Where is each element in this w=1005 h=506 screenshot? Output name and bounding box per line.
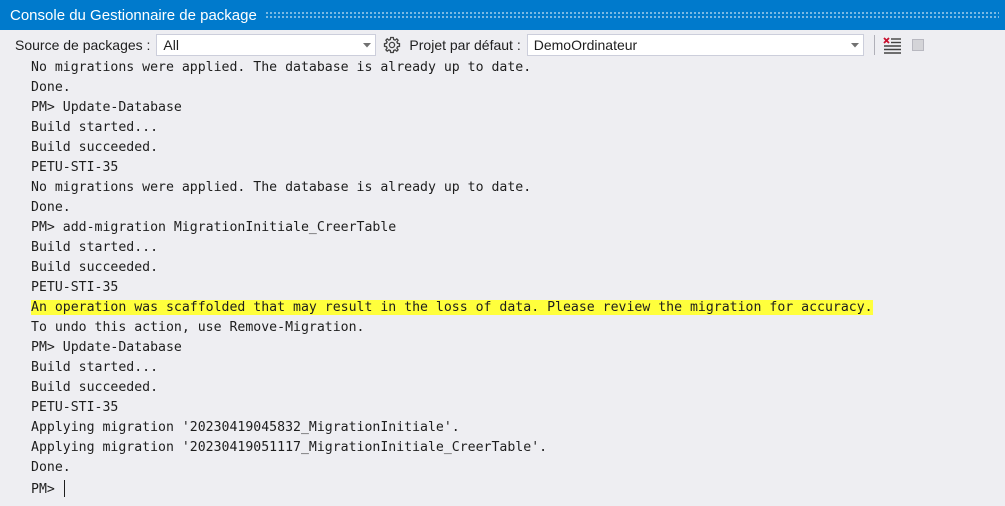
console-line: Done. xyxy=(31,80,1005,100)
default-project-label: Projet par défaut : xyxy=(409,37,521,53)
console-line: Build started... xyxy=(31,120,1005,140)
console-line: PM> Update-Database xyxy=(31,100,1005,120)
console-line-text: PETU-STI-35 xyxy=(31,160,119,175)
console-line-text: Build succeeded. xyxy=(31,380,159,395)
window-title: Console du Gestionnaire de package xyxy=(10,6,257,24)
console-line-text: Build succeeded. xyxy=(31,140,159,155)
console-line-text: Build started... xyxy=(31,120,159,135)
gear-icon[interactable] xyxy=(381,34,403,56)
console-line-text: No migrations were applied. The database… xyxy=(31,60,532,75)
console-line-text: PM> add-migration MigrationInitiale_Cree… xyxy=(31,220,397,235)
console-line-text: To undo this action, use Remove-Migratio… xyxy=(31,320,365,335)
chevron-down-icon xyxy=(847,35,863,55)
text-caret xyxy=(63,480,65,497)
console-prompt-line[interactable]: PM> xyxy=(31,480,1005,500)
console-line-text: Applying migration '20230419045832_Migra… xyxy=(31,420,460,435)
console-line: No migrations were applied. The database… xyxy=(31,60,1005,80)
title-grip[interactable] xyxy=(264,11,999,19)
console-line: Build succeeded. xyxy=(31,380,1005,400)
stop-icon[interactable] xyxy=(907,34,929,56)
package-source-dropdown[interactable]: All xyxy=(156,34,377,56)
console-warning-line: An operation was scaffolded that may res… xyxy=(31,300,1005,320)
default-project-dropdown[interactable]: DemoOrdinateur xyxy=(526,34,864,56)
console-line: PETU-STI-35 xyxy=(31,160,1005,180)
console-line-text: An operation was scaffolded that may res… xyxy=(31,300,873,315)
console-line-text: Applying migration '20230419051117_Migra… xyxy=(31,440,548,455)
console-line-text: Build started... xyxy=(31,240,159,255)
toolbar: Source de packages : All Projet par défa… xyxy=(0,30,1005,60)
console-output[interactable]: No migrations were applied. The database… xyxy=(0,60,1005,506)
console-line: Done. xyxy=(31,200,1005,220)
console-line-text: PETU-STI-35 xyxy=(31,280,119,295)
console-line: PETU-STI-35 xyxy=(31,280,1005,300)
console-line-text: Done. xyxy=(31,460,71,475)
console-line: Build succeeded. xyxy=(31,140,1005,160)
title-bar[interactable]: Console du Gestionnaire de package xyxy=(0,0,1005,30)
clear-console-icon[interactable] xyxy=(881,34,903,56)
console-line: PM> add-migration MigrationInitiale_Cree… xyxy=(31,220,1005,240)
console-line: Applying migration '20230419045832_Migra… xyxy=(31,420,1005,440)
console-line: Applying migration '20230419051117_Migra… xyxy=(31,440,1005,460)
default-project-value: DemoOrdinateur xyxy=(533,37,638,53)
console-line-text: Done. xyxy=(31,200,71,215)
console-prompt: PM> xyxy=(31,482,63,497)
console-line-text: Build succeeded. xyxy=(31,260,159,275)
console-line: Build started... xyxy=(31,240,1005,260)
package-source-value: All xyxy=(163,37,179,53)
console-line: To undo this action, use Remove-Migratio… xyxy=(31,320,1005,340)
console-line-text: Done. xyxy=(31,80,71,95)
console-line-text: Build started... xyxy=(31,360,159,375)
package-source-label: Source de packages : xyxy=(15,37,151,53)
console-line: No migrations were applied. The database… xyxy=(31,180,1005,200)
console-line: PM> Update-Database xyxy=(31,340,1005,360)
console-line-text: PETU-STI-35 xyxy=(31,400,119,415)
console-line: Build succeeded. xyxy=(31,260,1005,280)
console-line: Build started... xyxy=(31,360,1005,380)
console-line-text: PM> Update-Database xyxy=(31,340,182,355)
console-line-text: No migrations were applied. The database… xyxy=(31,180,532,195)
console-line: PETU-STI-35 xyxy=(31,400,1005,420)
console-line: Done. xyxy=(31,460,1005,480)
toolbar-separator xyxy=(873,35,875,55)
chevron-down-icon xyxy=(359,35,375,55)
console-line-text: PM> Update-Database xyxy=(31,100,182,115)
